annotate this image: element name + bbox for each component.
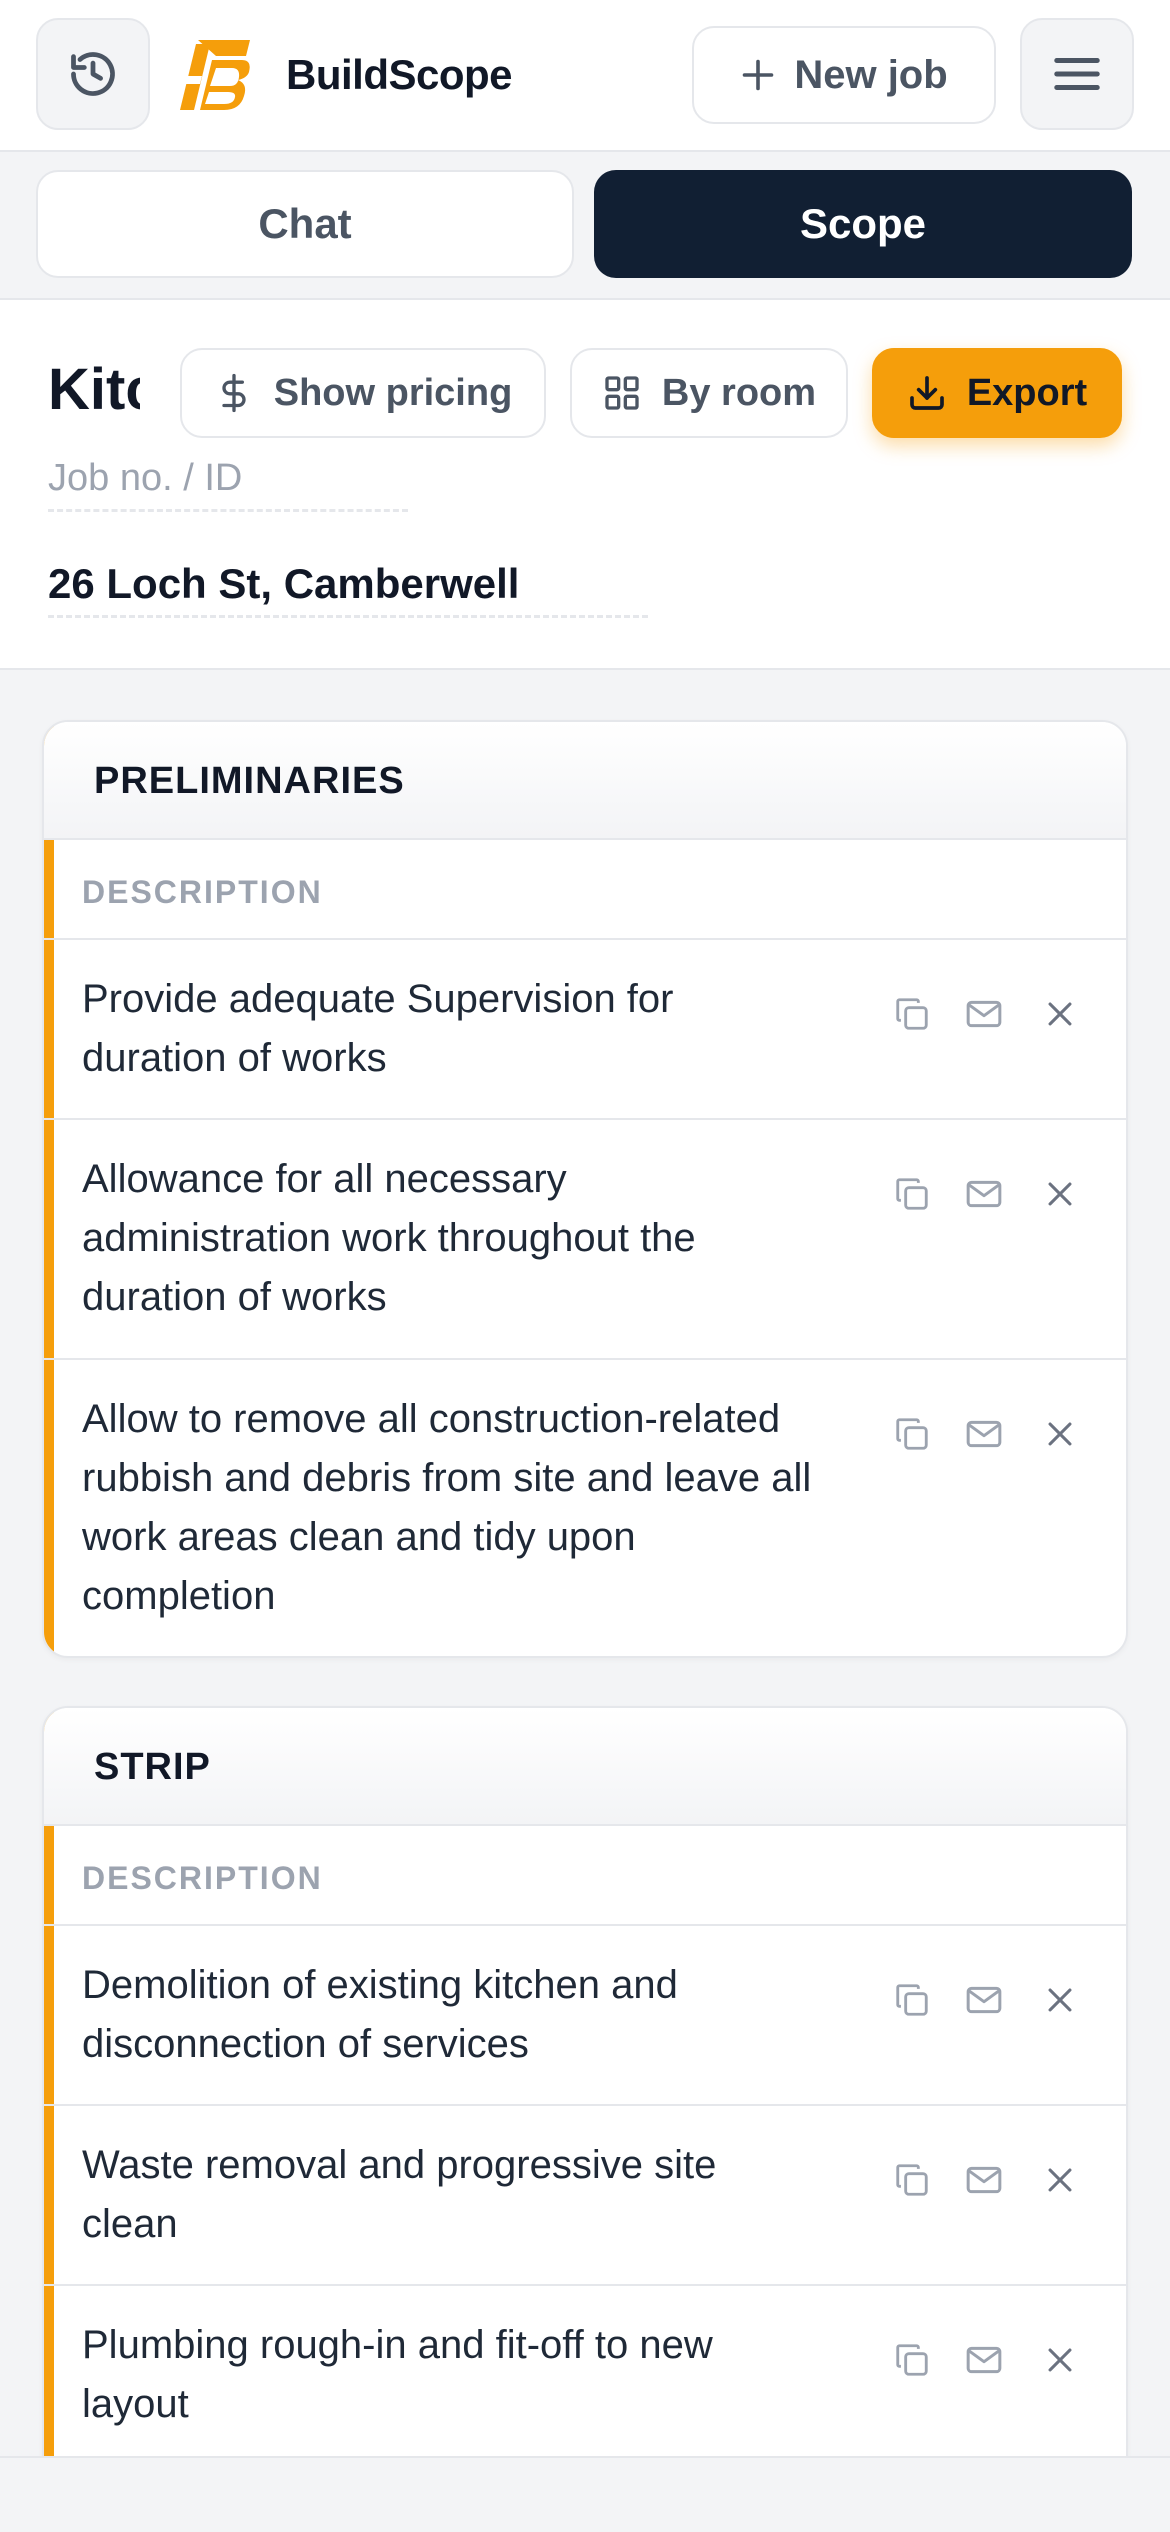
menu-button[interactable]	[1020, 18, 1134, 130]
copy-button[interactable]	[886, 1408, 938, 1460]
section-header[interactable]: PRELIMINARIES	[44, 722, 1126, 840]
close-icon	[1048, 1988, 1072, 2012]
remove-button[interactable]	[1034, 988, 1086, 1040]
email-button[interactable]	[958, 1408, 1010, 1460]
mail-icon	[966, 1986, 1002, 2014]
job-title[interactable]: Kitc	[48, 350, 140, 430]
download-icon	[909, 376, 944, 410]
column-label: DESCRIPTION	[82, 1860, 323, 1896]
email-button[interactable]	[958, 2154, 1010, 2206]
close-icon	[1048, 1422, 1072, 1446]
mail-icon	[966, 1000, 1002, 1028]
by-room-label: By room	[661, 371, 817, 414]
dollar-icon	[222, 373, 246, 413]
scope-item: Allow to remove all construction-related…	[44, 1360, 1126, 1656]
by-room-button[interactable]: By room	[570, 348, 848, 438]
copy-icon	[896, 998, 928, 1030]
job-number-field[interactable]: Job no. / ID	[48, 452, 408, 512]
copy-icon	[896, 1178, 928, 1210]
bottom-bar	[0, 2456, 1170, 2532]
column-label: DESCRIPTION	[82, 874, 323, 910]
remove-button[interactable]	[1034, 2154, 1086, 2206]
copy-icon	[896, 1984, 928, 2016]
hamburger-menu-icon	[1054, 58, 1100, 90]
section-preliminaries: PRELIMINARIES DESCRIPTION Provide adequa…	[42, 720, 1128, 1658]
scope-item-description[interactable]: Demolition of existing kitchen and disco…	[82, 1956, 822, 2074]
brand-name: BuildScope	[286, 51, 513, 98]
email-button[interactable]	[958, 988, 1010, 1040]
view-tabs: Chat Scope	[0, 152, 1170, 300]
copy-button[interactable]	[886, 1168, 938, 1220]
column-header: DESCRIPTION	[44, 1826, 1126, 1926]
scope-item-description[interactable]: Allow to remove all construction-related…	[82, 1390, 822, 1626]
column-header: DESCRIPTION	[44, 840, 1126, 940]
new-job-button[interactable]: New job	[692, 26, 996, 124]
show-pricing-label: Show pricing	[273, 371, 513, 414]
copy-icon	[896, 1418, 928, 1450]
app-header: BuildScope New job	[0, 0, 1170, 152]
close-icon	[1048, 2348, 1072, 2372]
mail-icon	[966, 1180, 1002, 1208]
section-title: STRIP	[94, 1746, 211, 1788]
close-icon	[1048, 1002, 1072, 1026]
scope-item: Allowance for all necessary administrati…	[44, 1120, 1126, 1360]
remove-button[interactable]	[1034, 2334, 1086, 2386]
job-address-field[interactable]: 26 Loch St, Camberwell	[48, 554, 648, 618]
close-icon	[1048, 2168, 1072, 2192]
mail-icon	[966, 2346, 1002, 2374]
email-button[interactable]	[958, 1168, 1010, 1220]
copy-button[interactable]	[886, 1974, 938, 2026]
tab-chat[interactable]: Chat	[36, 170, 574, 278]
new-job-label: New job	[794, 52, 948, 97]
mail-icon	[966, 1420, 1002, 1448]
section-title: PRELIMINARIES	[94, 760, 405, 802]
history-icon	[71, 52, 115, 96]
scope-item: Provide adequate Supervision for duratio…	[44, 940, 1126, 1120]
show-pricing-button[interactable]: Show pricing	[180, 348, 546, 438]
copy-button[interactable]	[886, 2334, 938, 2386]
tab-scope[interactable]: Scope	[594, 170, 1132, 278]
export-button[interactable]: Export	[872, 348, 1122, 438]
remove-button[interactable]	[1034, 1408, 1086, 1460]
copy-icon	[896, 2344, 928, 2376]
plus-icon	[743, 59, 774, 91]
remove-button[interactable]	[1034, 1168, 1086, 1220]
scope-item-description[interactable]: Provide adequate Supervision for duratio…	[82, 970, 822, 1088]
export-label: Export	[966, 371, 1088, 414]
copy-button[interactable]	[886, 2154, 938, 2206]
email-button[interactable]	[958, 1974, 1010, 2026]
email-button[interactable]	[958, 2334, 1010, 2386]
close-icon	[1048, 1182, 1072, 1206]
job-info-panel: Kitc Show pricing By room Expor	[0, 300, 1170, 670]
app-screen: BuildScope New job Chat Scope Kitc	[0, 0, 1170, 2532]
section-header[interactable]: STRIP	[44, 1708, 1126, 1826]
scope-item-description[interactable]: Allowance for all necessary administrati…	[82, 1150, 822, 1327]
section-strip: STRIP DESCRIPTION Demolition of existing…	[42, 1706, 1128, 2506]
copy-icon	[896, 2164, 928, 2196]
mail-icon	[966, 2166, 1002, 2194]
copy-button[interactable]	[886, 988, 938, 1040]
scope-item-description[interactable]: Waste removal and progressive site clean	[82, 2136, 822, 2254]
scope-item: Demolition of existing kitchen and disco…	[44, 1926, 1126, 2106]
remove-button[interactable]	[1034, 1974, 1086, 2026]
buildscope-logo	[176, 40, 250, 110]
grid-icon	[605, 376, 639, 410]
history-button[interactable]	[36, 18, 150, 130]
scope-item: Waste removal and progressive site clean	[44, 2106, 1126, 2286]
scope-item-description[interactable]: Plumbing rough-in and fit-off to new lay…	[82, 2316, 822, 2434]
